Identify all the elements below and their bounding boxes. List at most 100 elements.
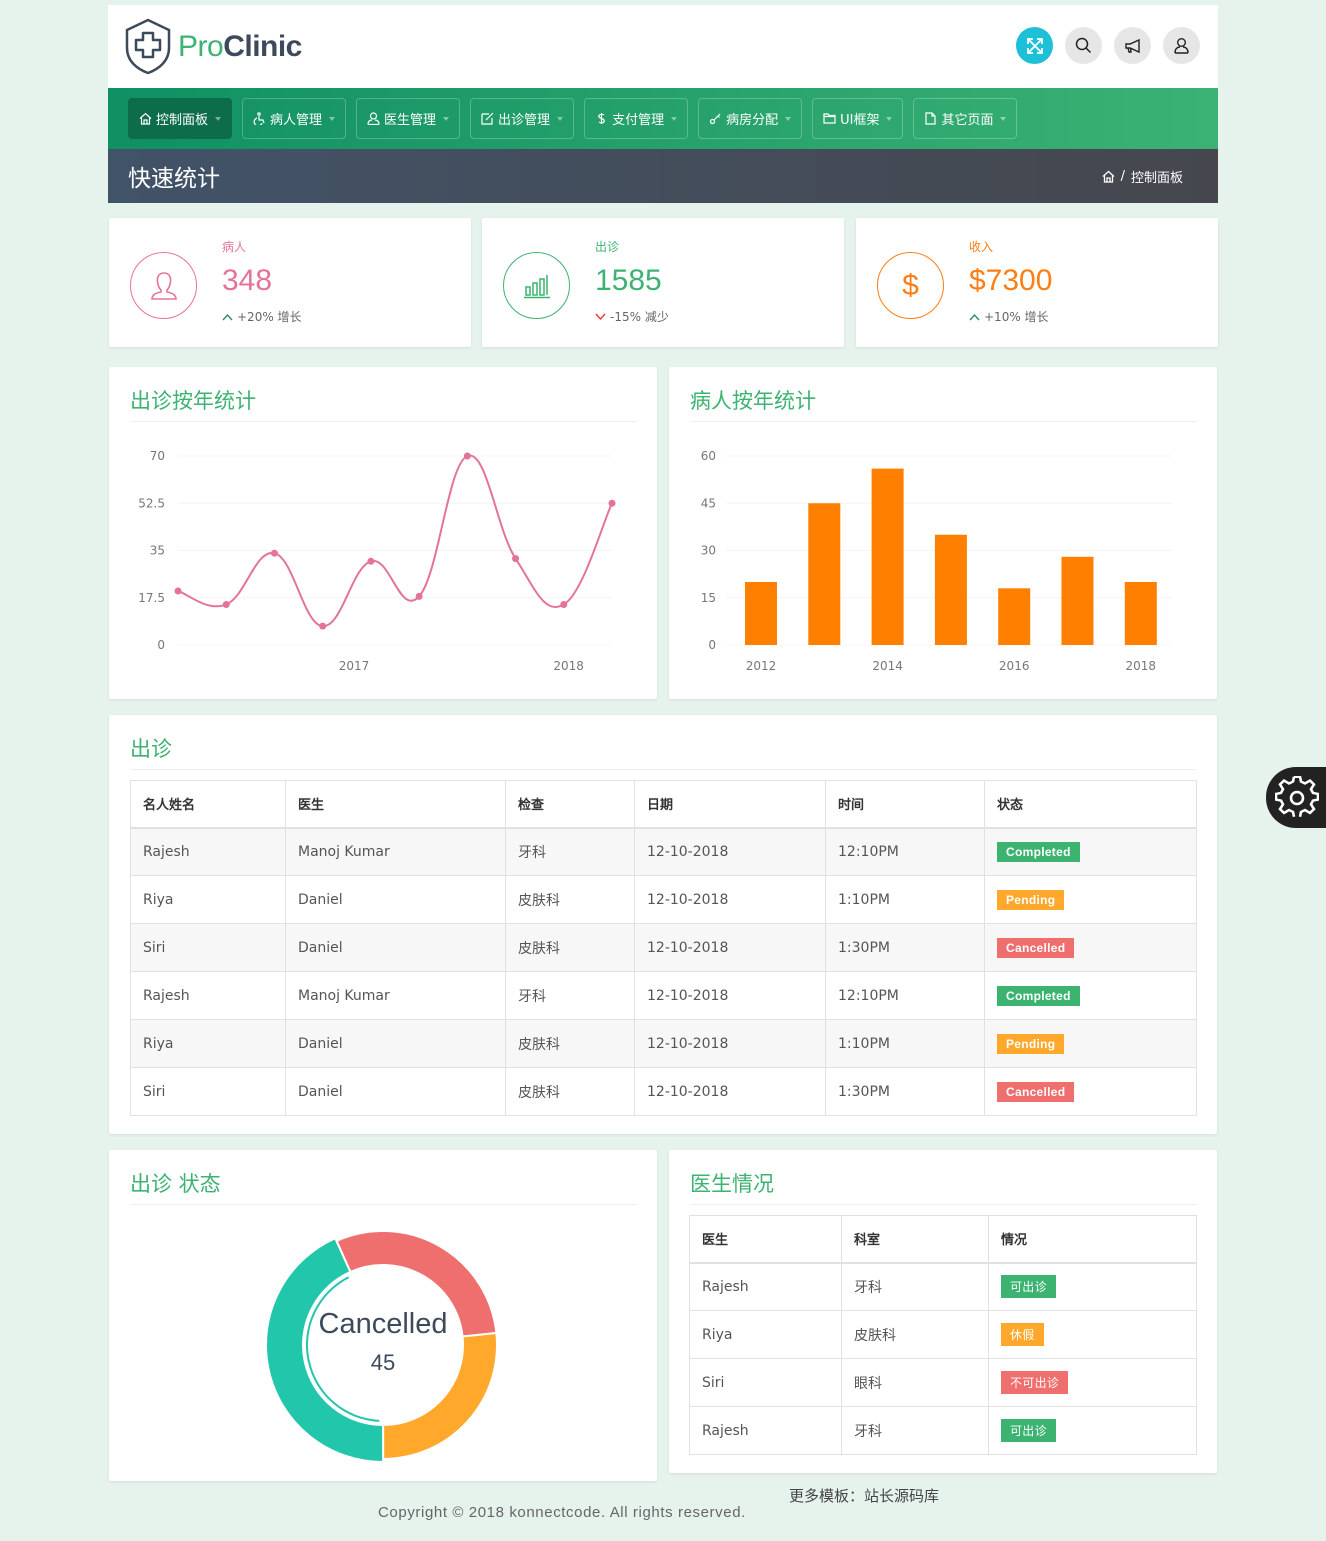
donut-slice-completed[interactable] (265, 1236, 385, 1464)
cell-time: 1:10PM (825, 1019, 985, 1068)
table-row[interactable]: Siri 眼科 不可出诊 (689, 1358, 1197, 1407)
caret-down-icon (443, 116, 450, 121)
nav-item-3[interactable]: 出诊管理 (470, 98, 575, 139)
column-header[interactable]: 日期 (634, 780, 826, 829)
more-templates-link[interactable]: 更多模板：站长源码库 (789, 1485, 939, 1506)
column-header[interactable]: 科室 (841, 1215, 989, 1264)
bar[interactable] (808, 503, 841, 645)
data-point[interactable] (319, 622, 327, 630)
cell-status: 不可出诊 (988, 1358, 1197, 1407)
cell-status: Completed (984, 827, 1197, 876)
notifications-button[interactable] (1114, 27, 1151, 64)
data-point[interactable] (174, 587, 182, 595)
stat-label: 出诊 (595, 240, 620, 254)
bar[interactable] (871, 468, 904, 645)
data-point[interactable] (415, 592, 423, 600)
column-header[interactable]: 状态 (984, 780, 1197, 829)
data-point[interactable] (608, 499, 616, 507)
y-tick-label: 45 (701, 496, 716, 510)
nav-label: 支付管理 (612, 113, 665, 128)
data-point[interactable] (463, 452, 471, 460)
brand-name: ProClinic (178, 29, 302, 63)
nav-item-0[interactable]: 控制面板 (128, 98, 233, 139)
home-icon[interactable] (1102, 170, 1115, 183)
y-tick-label: 17.5 (138, 591, 165, 605)
table-row[interactable]: Rajesh 牙科 可出诊 (689, 1262, 1197, 1311)
donut-center-value: 45 (371, 1350, 395, 1375)
page-title: 快速统计 (128, 166, 220, 192)
column-header[interactable]: 名人姓名 (130, 780, 286, 829)
column-header[interactable]: 医生 (689, 1215, 842, 1264)
table-row[interactable]: Siri Daniel 皮肤科 12-10-2018 1:30PM Cancelled (130, 1067, 1197, 1116)
user-menu-button[interactable] (1163, 27, 1200, 64)
appointments-panel: 出诊 名人姓名 医生 检查 日期 时间 状态 Rajesh Manoj Kumar 牙科 12-… (109, 715, 1217, 1134)
cell-date: 12-10-2018 (634, 875, 826, 924)
table-row[interactable]: Rajesh 牙科 可出诊 (689, 1406, 1197, 1455)
nav-item-5[interactable]: 病房分配 (698, 98, 803, 139)
table-row[interactable]: Siri Daniel 皮肤科 12-10-2018 1:30PM Cancelled (130, 923, 1197, 972)
table-row[interactable]: Riya Daniel 皮肤科 12-10-2018 1:10PM Pending (130, 875, 1197, 924)
bar[interactable] (998, 588, 1031, 645)
table-row[interactable]: Rajesh Manoj Kumar 牙科 12-10-2018 12:10PM Comp… (130, 827, 1197, 876)
search-button[interactable] (1065, 27, 1102, 64)
logo[interactable]: ProClinic (124, 18, 302, 75)
dollar-icon: $ (902, 268, 919, 302)
dollar-icon (598, 113, 605, 124)
column-header[interactable]: 时间 (825, 780, 985, 829)
cell-doctor: Daniel (285, 875, 506, 924)
cell-date: 12-10-2018 (634, 827, 826, 876)
cell-time: 1:10PM (825, 875, 985, 924)
cell-name: Rajesh (130, 827, 286, 876)
status-badge: 可出诊 (1001, 1275, 1056, 1299)
nav-item-1[interactable]: 病人管理 (242, 98, 347, 139)
status-badge: 可出诊 (1001, 1419, 1056, 1442)
nav-label: 医生管理 (384, 113, 437, 128)
bar[interactable] (1124, 582, 1157, 645)
stat-value: 1585 (595, 264, 662, 297)
bar[interactable] (934, 534, 967, 645)
breadcrumb: / 控制面板 (1102, 167, 1183, 186)
data-point[interactable] (222, 601, 230, 608)
breadcrumb-current[interactable]: 控制面板 (1131, 167, 1183, 186)
nav-item-6[interactable]: UI框架 (812, 98, 904, 139)
data-point[interactable] (560, 601, 568, 608)
cell-doctor: Manoj Kumar (285, 827, 506, 876)
nav-item-2[interactable]: 医生管理 (356, 98, 461, 139)
x-tick-label: 2018 (1126, 659, 1157, 673)
panel-title: 出诊 (130, 737, 172, 761)
column-header[interactable]: 情况 (988, 1215, 1197, 1264)
nav-item-4[interactable]: 支付管理 (584, 98, 689, 139)
settings-toggle[interactable] (1266, 767, 1326, 828)
data-point[interactable] (367, 557, 375, 565)
column-header[interactable]: 医生 (285, 780, 506, 829)
table-row[interactable]: Riya Daniel 皮肤科 12-10-2018 1:10PM Pending (130, 1019, 1197, 1068)
key-icon (709, 113, 721, 125)
table-row[interactable]: Riya 皮肤科 休假 (689, 1310, 1197, 1359)
column-header[interactable]: 检查 (505, 780, 635, 829)
bar[interactable] (745, 582, 777, 645)
bar[interactable] (1061, 556, 1094, 645)
donut-center-label: Cancelled (319, 1308, 448, 1340)
data-point[interactable] (270, 549, 278, 557)
stat-card-appointments: 出诊 1585 -15% 减少 (482, 218, 844, 347)
cell-dept: 牙科 (841, 1262, 989, 1311)
bar-chart-icon (523, 274, 550, 298)
fullscreen-button[interactable] (1016, 27, 1053, 64)
home-icon (139, 112, 152, 125)
status-badge: Pending (997, 889, 1065, 910)
status-badge: Cancelled (997, 1081, 1075, 1102)
cell-status: Pending (984, 1019, 1197, 1068)
data-point[interactable] (512, 555, 520, 563)
appointments-by-year-panel: 出诊按年统计 0 17.5 35 52.5 70 2017 2018 (109, 367, 657, 699)
donut-slice-pending[interactable] (382, 1331, 498, 1461)
cell-time: 12:10PM (825, 971, 985, 1020)
patients-by-year-panel: 病人按年统计 0 15 30 45 60 2012 2014 2016 2018 (669, 367, 1217, 699)
copyright: Copyright © 2018 konnectcode. All rights… (378, 1504, 746, 1521)
user-icon (150, 271, 177, 300)
nav-item-7[interactable]: 其它页面 (913, 98, 1018, 139)
table-row[interactable]: Rajesh Manoj Kumar 牙科 12-10-2018 12:10PM Comp… (130, 971, 1197, 1020)
gear-icon (1275, 775, 1319, 817)
cell-date: 12-10-2018 (634, 923, 826, 972)
cell-name: Siri (130, 1067, 286, 1116)
appointments-table: 名人姓名 医生 检查 日期 时间 状态 Rajesh Manoj Kumar 牙科 12-10-… (130, 780, 1197, 1116)
